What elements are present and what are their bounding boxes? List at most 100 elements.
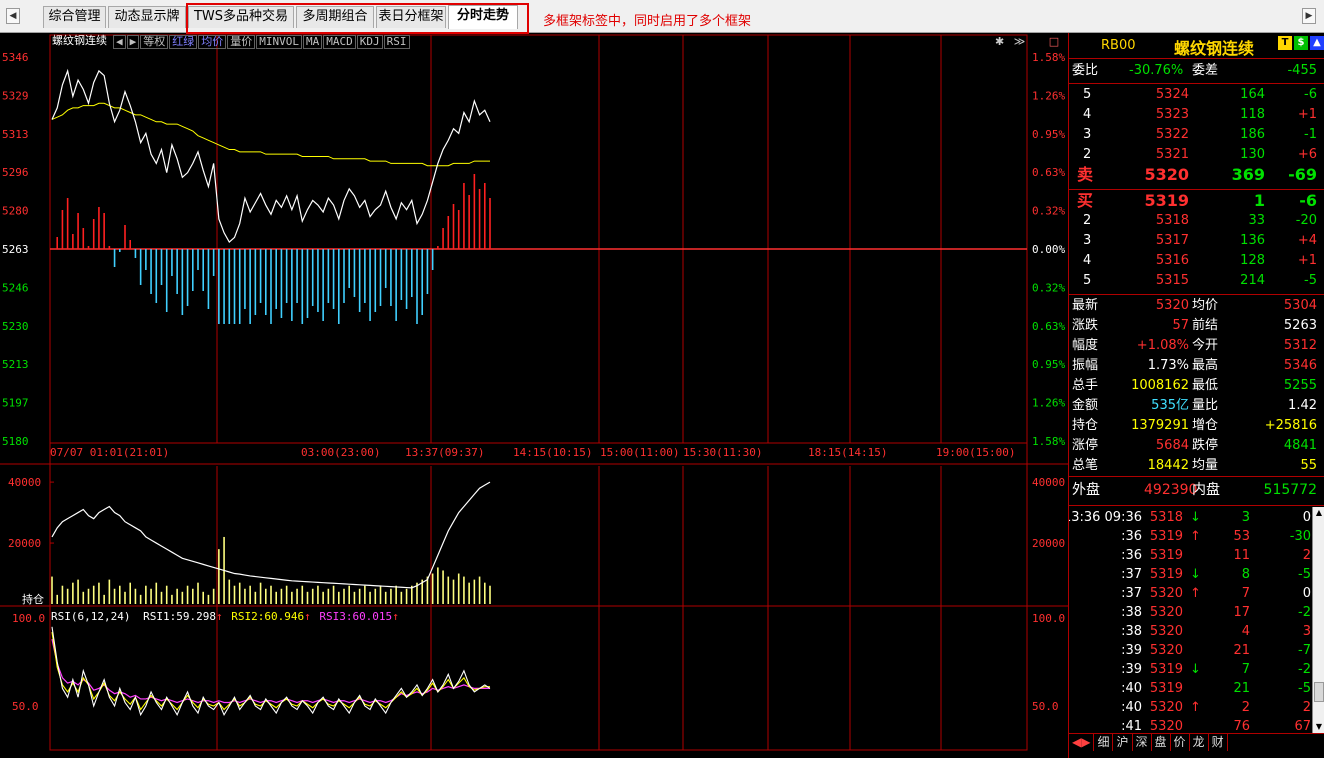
trade-time: :41 bbox=[1121, 719, 1142, 733]
stat-label: 今开 bbox=[1192, 338, 1219, 353]
panel-tab-6[interactable]: 财 bbox=[1209, 734, 1228, 751]
trade-row[interactable]: :40 5320 ↑ 2 2 bbox=[1069, 698, 1324, 717]
weicha-value: -455 bbox=[1287, 63, 1317, 78]
panel.asks-price[interactable]: 5322 bbox=[1156, 125, 1189, 145]
panel-tab-1[interactable]: 沪 bbox=[1113, 734, 1133, 751]
volume-axis-label: 20000 bbox=[1032, 537, 1065, 550]
tab-dongtai[interactable]: 动态显示牌 bbox=[108, 6, 186, 28]
panel.bids-level: 2 bbox=[1083, 213, 1092, 228]
trade-row[interactable]: :39 5319 ↓ 7 -2 bbox=[1069, 660, 1324, 679]
trade-row[interactable]: :37 5319 ↓ 8 -5 bbox=[1069, 565, 1324, 584]
time-axis-label: 18:15(14:15) bbox=[808, 446, 887, 459]
panel.bids-price[interactable]: 5317 bbox=[1156, 231, 1189, 251]
trade-price: 5320 bbox=[1149, 624, 1183, 639]
order-book-row: 5 5315 214 -5 bbox=[1069, 271, 1324, 291]
panel.asks-price[interactable]: 5323 bbox=[1156, 105, 1189, 125]
trade-arrow: ↓ bbox=[1190, 510, 1201, 525]
stat-row: 涨跌 57 前结 5263 bbox=[1069, 316, 1324, 336]
btn-ma[interactable]: MA bbox=[303, 35, 323, 49]
prev-icon[interactable]: ◀ bbox=[113, 35, 126, 49]
scroll-thumb[interactable] bbox=[1314, 682, 1324, 702]
up-triangle-icon[interactable]: ▲ bbox=[1310, 36, 1324, 50]
stat-value: 1008162 bbox=[1131, 378, 1189, 393]
btn-honglv[interactable]: 红绿 bbox=[169, 35, 198, 49]
rsi2-value: RSI2:60.946 bbox=[231, 610, 305, 623]
trade-delta: -5 bbox=[1298, 681, 1311, 696]
window-icon[interactable]: □ bbox=[1049, 35, 1059, 48]
btn-kdj[interactable]: KDJ bbox=[356, 35, 383, 49]
panel.asks-price[interactable]: 5320 bbox=[1144, 165, 1189, 185]
settings-icon[interactable]: ✱ bbox=[995, 35, 1004, 48]
rsi-legend: RSI(6,12,24) RSI1:59.298↑ RSI2:60.946↑ R… bbox=[51, 610, 399, 623]
trade-arrow: ↓ bbox=[1190, 567, 1201, 582]
panel.bids-volume: 214 bbox=[1240, 273, 1265, 288]
t-icon[interactable]: T bbox=[1278, 36, 1292, 50]
pct-axis-label: 0.63% bbox=[1032, 320, 1065, 333]
rsi2-arrow: ↑ bbox=[304, 610, 311, 623]
expand-icon[interactable]: ≫ bbox=[1014, 35, 1026, 48]
rsi-axis-label: 50.0 bbox=[1032, 700, 1059, 713]
btn-dengquan[interactable]: 等权 bbox=[140, 35, 169, 49]
next-icon[interactable]: ▶ bbox=[126, 35, 140, 49]
trade-row[interactable]: :38 5320 4 3 bbox=[1069, 622, 1324, 641]
order-book-row: 卖 5320 369 -69 bbox=[1069, 165, 1324, 185]
trade-volume: 7 bbox=[1241, 662, 1250, 677]
pct-axis-label: 0.63% bbox=[1032, 166, 1065, 179]
panel.bids-volume: 128 bbox=[1240, 253, 1265, 268]
stat-row: 幅度 +1.08% 今开 5312 bbox=[1069, 336, 1324, 356]
btn-macd[interactable]: MACD bbox=[323, 35, 356, 49]
rsi3-arrow: ↑ bbox=[392, 610, 399, 623]
intraday-chart[interactable]: 5346 1.58% 5329 1.26% 5313 0.95% 5296 0.63% 5280… bbox=[0, 33, 1068, 758]
tab-zonghe[interactable]: 综合管理 bbox=[43, 6, 106, 28]
panel.asks-price[interactable]: 5324 bbox=[1156, 85, 1189, 105]
panel.asks-price[interactable]: 5321 bbox=[1156, 145, 1189, 165]
trade-row[interactable]: :38 5320 17 -2 bbox=[1069, 603, 1324, 622]
panel-tab-2[interactable]: 深 bbox=[1133, 734, 1152, 751]
btn-minvol[interactable]: MINVOL bbox=[256, 35, 302, 49]
tab-scroll-left-icon[interactable]: ◀ bbox=[6, 8, 20, 24]
trade-row[interactable]: 13:36 09:36 5318 ↓ 3 0 bbox=[1069, 508, 1324, 527]
panel-bottom-tabs: ◀▶ 细沪深盘价龙财 bbox=[1069, 733, 1324, 751]
tab-scroll-right-icon[interactable]: ▶ bbox=[1302, 8, 1316, 24]
dollar-icon[interactable]: $ bbox=[1294, 36, 1308, 50]
trade-row[interactable]: :41 5320 76 67 bbox=[1069, 717, 1324, 733]
quote-panel: RB00 螺纹钢连续 T $ ▲ 委比 -30.76% 委差 -455 5 532… bbox=[1068, 33, 1324, 758]
trade-volume: 4 bbox=[1241, 624, 1250, 639]
trade-volume: 7 bbox=[1241, 586, 1250, 601]
panel.bids-price[interactable]: 5319 bbox=[1144, 191, 1189, 211]
stat-value: 5312 bbox=[1283, 338, 1317, 353]
panel.asks-level: 2 bbox=[1083, 147, 1092, 162]
panel.bids-change: +4 bbox=[1297, 233, 1317, 248]
panel-tab-3[interactable]: 盘 bbox=[1152, 734, 1171, 751]
btn-liangjia[interactable]: 量价 bbox=[227, 35, 256, 49]
panel-tab-4[interactable]: 价 bbox=[1171, 734, 1190, 751]
trade-time: 13:36 09:36 bbox=[1069, 510, 1142, 525]
trade-price: 5319 bbox=[1149, 567, 1183, 582]
scroll-down-icon[interactable]: ▼ bbox=[1314, 721, 1324, 733]
stat-value: +1.08% bbox=[1136, 338, 1189, 353]
panel.bids-price[interactable]: 5318 bbox=[1156, 211, 1189, 231]
btn-rsi[interactable]: RSI bbox=[383, 35, 410, 49]
inner-label: 内盘 bbox=[1192, 482, 1220, 498]
panel-tab-5[interactable]: 龙 bbox=[1190, 734, 1209, 751]
volume-panel-label: 持仓 bbox=[22, 592, 44, 606]
trade-arrow: ↑ bbox=[1190, 529, 1201, 544]
trade-row[interactable]: :36 5319 ↑ 53 -30 bbox=[1069, 527, 1324, 546]
btab-prev-icon[interactable]: ◀▶ bbox=[1069, 734, 1095, 751]
trade-list[interactable]: 13:36 09:36 5318 ↓ 3 0:36 5319 ↑ 53 -30:36 5319 11… bbox=[1069, 507, 1324, 733]
trade-time: :40 bbox=[1121, 700, 1142, 715]
panel-tab-0[interactable]: 细 bbox=[1094, 734, 1114, 751]
stat-label: 总手 bbox=[1072, 378, 1099, 393]
trade-delta: -30 bbox=[1289, 529, 1311, 544]
trade-row[interactable]: :39 5320 21 -7 bbox=[1069, 641, 1324, 660]
panel.bids-price[interactable]: 5315 bbox=[1156, 271, 1189, 291]
trade-row[interactable]: :37 5320 ↑ 7 0 bbox=[1069, 584, 1324, 603]
trade-scrollbar[interactable]: ▲ ▼ bbox=[1312, 507, 1324, 733]
scroll-up-icon[interactable]: ▲ bbox=[1314, 507, 1324, 519]
panel.bids-price[interactable]: 5316 bbox=[1156, 251, 1189, 271]
trade-row[interactable]: :36 5319 11 2 bbox=[1069, 546, 1324, 565]
panel.bids-change: -20 bbox=[1295, 213, 1317, 228]
trade-row[interactable]: :40 5319 21 -5 bbox=[1069, 679, 1324, 698]
order-book-row: 5 5324 164 -6 bbox=[1069, 85, 1324, 105]
btn-junjia[interactable]: 均价 bbox=[198, 35, 227, 49]
